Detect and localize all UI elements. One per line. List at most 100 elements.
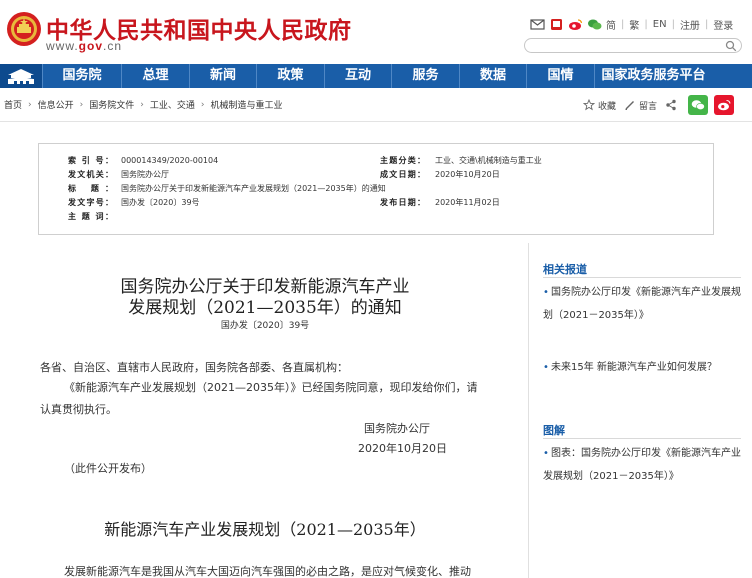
graphic-item[interactable]: • 图表：国务院办公厅印发《新能源汽车产业发展规划（2021－2035年）》 — [543, 442, 743, 488]
share-button[interactable] — [665, 99, 680, 111]
site-header: 中华人民共和国中央人民政府 www.gov.cn 简 | 繁 | EN | 注册… — [0, 0, 752, 64]
register-link[interactable]: 注册 — [680, 17, 700, 32]
breadcrumb-machinery[interactable]: 机械制造与重工业 — [211, 98, 283, 111]
breadcrumb-home[interactable]: 首页 — [4, 98, 22, 111]
nav-item-gov-service-platform[interactable]: 国家政务服务平台 — [594, 64, 712, 88]
info-row: 发文字号： 国办发〔2020〕39号 发布日期： 2020年11月02日 — [39, 196, 715, 210]
divider — [543, 277, 741, 278]
favorite-label: 收藏 — [598, 101, 617, 112]
site-url[interactable]: www.gov.cn — [46, 39, 122, 53]
info-row: 标 题： 国务院办公厅关于印发新能源汽车产业发展规划（2021—2035年）的通… — [39, 182, 715, 196]
url-gov: gov — [78, 39, 104, 53]
info-value: 000014349/2020-00104 — [121, 156, 219, 165]
share-icon — [666, 99, 676, 111]
weibo-icon — [718, 99, 731, 111]
plan-title: 新能源汽车产业发展规划（2021—2035年） — [104, 520, 426, 539]
breadcrumb-arrow-icon: › — [140, 99, 144, 110]
breadcrumb-state-council-docs[interactable]: 国务院文件 — [89, 98, 134, 111]
nav-item-interaction[interactable]: 互动 — [324, 64, 391, 88]
breadcrumb-arrow-icon: › — [28, 99, 32, 110]
favorite-button[interactable]: 收藏 — [583, 99, 616, 112]
bullet-icon: • — [543, 448, 549, 459]
wechat-icon[interactable] — [587, 18, 602, 31]
breadcrumb: 首页 › 信息公开 › 国务院文件 › 工业、交通 › 机械制造与重工业 — [4, 98, 283, 112]
breadcrumb-arrow-icon: › — [200, 99, 205, 110]
related-report-link[interactable]: 未来15年 新能源汽车产业如何发展？ — [551, 362, 717, 373]
info-row: 主 题 词： — [39, 210, 715, 224]
top-links: 简 | 繁 | EN | 注册 | 登录 — [530, 15, 733, 33]
search-icon[interactable] — [725, 40, 737, 52]
nav-item-service[interactable]: 服务 — [391, 64, 459, 88]
lang-simplified-link[interactable]: 简 — [606, 17, 616, 32]
nav-item-policy[interactable]: 政策 — [256, 64, 324, 88]
bullet-icon: • — [543, 362, 549, 373]
star-icon — [583, 99, 595, 111]
related-reports-heading: 相关报道 — [543, 263, 587, 276]
login-link[interactable]: 登录 — [713, 17, 733, 32]
national-emblem-icon — [7, 12, 41, 46]
sidebar: 相关报道 • 国务院办公厅印发《新能源汽车产业发展规划（2021－2035年）》 … — [528, 243, 752, 578]
main-nav: 国务院 总理 新闻 政策 互动 服务 数据 国情 国家政务服务平台 — [0, 64, 752, 88]
search-input[interactable] — [524, 38, 742, 53]
addressee: 各省、自治区、直辖市人民政府，国务院各部委、各直属机构： — [40, 361, 348, 374]
mail-icon[interactable] — [530, 18, 545, 31]
info-label: 发文字号： — [68, 198, 113, 207]
info-label: 发布日期： — [380, 198, 425, 207]
comment-button[interactable]: 留言 — [624, 99, 657, 112]
body-paragraph-line: 认真贯彻执行。 — [40, 403, 117, 416]
graphic-link[interactable]: 图表：国务院办公厅印发《新能源汽车产业发展规划（2021－2035年）》 — [543, 448, 741, 482]
divider — [543, 438, 741, 439]
info-label: 主题分类： — [380, 156, 425, 165]
divider: | — [704, 18, 709, 30]
related-report-item[interactable]: • 未来15年 新能源汽车产业如何发展？ — [543, 356, 743, 379]
wechat-icon — [691, 100, 705, 111]
url-suffix: .cn — [103, 39, 123, 53]
bullet-icon: • — [543, 287, 549, 298]
divider: | — [621, 18, 625, 30]
sign-date: 2020年10月20日 — [358, 442, 447, 455]
mobile-icon[interactable] — [549, 18, 564, 31]
nav-item-news[interactable]: 新闻 — [189, 64, 256, 88]
info-value: 2020年10月20日 — [435, 170, 500, 179]
info-label: 主 题 词： — [68, 212, 113, 221]
comment-label: 留言 — [639, 101, 658, 112]
nav-home[interactable] — [0, 64, 42, 88]
divider: | — [644, 18, 648, 30]
document-info-table: 索 引 号： 000014349/2020-00104 主题分类： 工业、交通\… — [38, 143, 714, 235]
url-prefix: www. — [46, 39, 79, 53]
wechat-share-button[interactable] — [688, 95, 709, 115]
info-value: 国务院办公厅 — [121, 170, 169, 179]
nav-items: 国务院 总理 新闻 政策 互动 服务 数据 国情 国家政务服务平台 — [42, 64, 752, 88]
pencil-icon — [625, 101, 635, 110]
info-value: 2020年11月02日 — [435, 198, 500, 207]
nav-item-national-info[interactable]: 国情 — [526, 64, 594, 88]
signer: 国务院办公厅 — [364, 422, 430, 435]
breadcrumb-industry-transport[interactable]: 工业、交通 — [150, 98, 195, 111]
breadcrumb-info-disclosure[interactable]: 信息公开 — [38, 98, 74, 111]
graphics-heading: 图解 — [543, 424, 565, 437]
lang-english-link[interactable]: EN — [653, 19, 667, 30]
lang-traditional-link[interactable]: 繁 — [629, 17, 639, 32]
nav-item-data[interactable]: 数据 — [459, 64, 526, 88]
info-label: 成文日期： — [380, 170, 425, 179]
nav-item-premier[interactable]: 总理 — [121, 64, 189, 88]
info-row: 发文机关： 国务院办公厅 成文日期： 2020年10月20日 — [39, 168, 715, 182]
info-value: 国办发〔2020〕39号 — [121, 198, 200, 207]
weibo-icon[interactable] — [568, 18, 583, 31]
body-paragraph-line: 发展新能源汽车是我国从汽车大国迈向汽车强国的必由之路，是应对气候变化、推动 — [64, 565, 471, 578]
doc-number: 国办发〔2020〕39号 — [220, 321, 310, 331]
divider: | — [671, 18, 675, 30]
publish-note: （此件公开发布） — [64, 462, 152, 475]
info-label: 索 引 号： — [68, 156, 113, 165]
weibo-share-button[interactable] — [714, 95, 735, 115]
info-label: 发文机关： — [68, 170, 113, 179]
breadcrumb-arrow-icon: › — [79, 99, 84, 110]
related-report-link[interactable]: 国务院办公厅印发《新能源汽车产业发展规划（2021－2035年）》 — [543, 287, 741, 321]
related-report-item[interactable]: • 国务院办公厅印发《新能源汽车产业发展规划（2021－2035年）》 — [543, 281, 743, 327]
page-actions: 收藏 留言 — [583, 95, 735, 115]
breadcrumb-bar: 首页 › 信息公开 › 国务院文件 › 工业、交通 › 机械制造与重工业 收藏 … — [0, 88, 752, 122]
info-label: 标 题： — [68, 184, 113, 193]
nav-item-state-council[interactable]: 国务院 — [42, 64, 121, 88]
tiananmen-icon — [8, 69, 34, 84]
info-value: 国务院办公厅关于印发新能源汽车产业发展规划（2021—2035年）的通知 — [121, 184, 386, 193]
